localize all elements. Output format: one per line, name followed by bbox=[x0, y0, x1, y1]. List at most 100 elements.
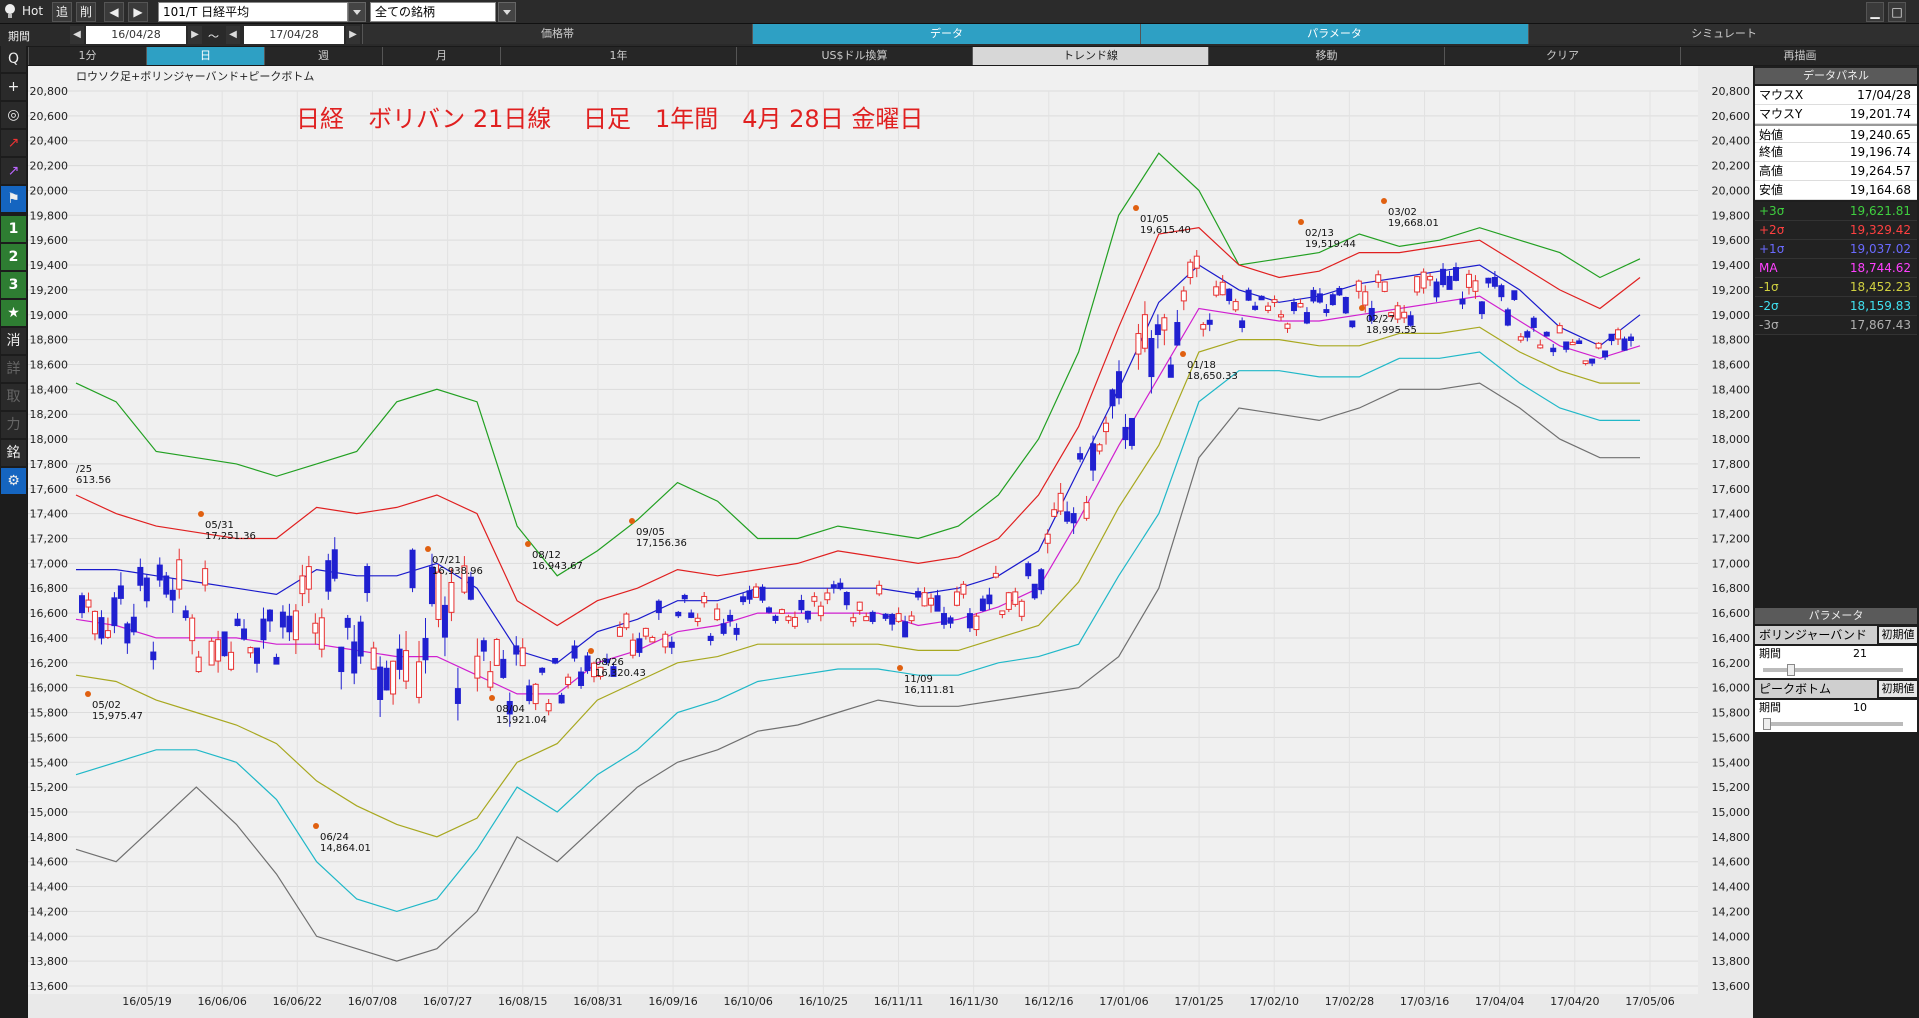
y-tick-label: 16,800 bbox=[1712, 582, 1751, 595]
peak-date-label: 02/13 bbox=[1305, 228, 1334, 239]
candle-body bbox=[1446, 275, 1453, 290]
candle-body bbox=[1504, 309, 1511, 326]
band-row-label: +3σ bbox=[1759, 204, 1785, 218]
peak-value-label: 18,650.33 bbox=[1187, 371, 1238, 382]
y-tick-label-left: 19,600 bbox=[30, 234, 69, 247]
candle-body bbox=[266, 609, 273, 622]
candle-body bbox=[79, 595, 85, 614]
candle-body bbox=[286, 615, 293, 633]
candle-body bbox=[493, 639, 500, 666]
candle-body bbox=[1180, 290, 1187, 302]
y-tick-label-left: 17,400 bbox=[30, 508, 69, 521]
candle-body bbox=[1485, 277, 1492, 284]
candle-body bbox=[759, 586, 766, 601]
candle-body bbox=[1621, 338, 1628, 351]
peakbottom-slider-thumb[interactable] bbox=[1763, 718, 1771, 730]
candle-body bbox=[908, 615, 915, 622]
candle-body bbox=[1258, 295, 1265, 301]
candle-body bbox=[1271, 299, 1278, 303]
peak-value-label: 18,995.55 bbox=[1366, 325, 1417, 336]
peakbottom-reset-button[interactable]: 初期値 bbox=[1879, 681, 1917, 697]
y-tick-label-left: 14,200 bbox=[30, 905, 69, 918]
x-tick-label: 16/11/30 bbox=[949, 995, 998, 1008]
candle-body bbox=[850, 617, 857, 623]
candle-body bbox=[902, 621, 909, 638]
candle-body bbox=[416, 661, 423, 698]
candle-body bbox=[454, 688, 461, 704]
candle-body bbox=[1440, 268, 1447, 286]
data-row: 始値 19,240.65 bbox=[1755, 124, 1917, 143]
y-tick-label-left: 16,200 bbox=[30, 657, 69, 670]
candle-body bbox=[163, 575, 170, 595]
candle-body bbox=[889, 613, 896, 625]
band-row-value: 17,867.43 bbox=[1849, 318, 1911, 332]
start-value-label: 613.56 bbox=[76, 475, 111, 486]
candle-body bbox=[500, 658, 507, 678]
candle-body bbox=[370, 647, 377, 670]
bollinger-slider-thumb[interactable] bbox=[1787, 664, 1795, 676]
candle-body bbox=[189, 617, 196, 642]
candle-body bbox=[791, 616, 798, 627]
candle-body bbox=[1569, 341, 1576, 346]
candle-body bbox=[480, 640, 487, 652]
peak-date-label: 01/18 bbox=[1187, 360, 1216, 371]
candle-body bbox=[565, 676, 572, 686]
x-tick-label: 16/10/06 bbox=[723, 995, 772, 1008]
candle-body bbox=[1213, 286, 1220, 296]
candle-body bbox=[273, 656, 280, 665]
bollinger-slider-track[interactable] bbox=[1763, 668, 1903, 672]
candle-body bbox=[1615, 329, 1622, 340]
candle-body bbox=[539, 667, 546, 673]
candle-body bbox=[143, 577, 150, 602]
candle-body bbox=[124, 623, 131, 644]
peakbottom-label: ピークボトム bbox=[1755, 680, 1877, 698]
candle-body bbox=[727, 614, 734, 622]
data-row: マウスY 19,201.74 bbox=[1755, 105, 1917, 124]
chart-svg: 20,800 20,800 20,600 20,600 20,400 20,400 20,2… bbox=[28, 85, 1751, 1008]
x-tick-label: 17/04/04 bbox=[1475, 995, 1524, 1008]
y-tick-label: 15,200 bbox=[1712, 781, 1751, 794]
peak-marker bbox=[1180, 351, 1186, 357]
y-tick-label-left: 14,000 bbox=[30, 930, 69, 943]
candle-body bbox=[474, 655, 481, 679]
peakbottom-period-value[interactable]: 10 bbox=[1853, 700, 1913, 716]
data-panel: データパネル マウスX 17/04/28 マウスY 19,201.74 始値 19,240… bbox=[1753, 66, 1919, 1018]
bollinger-reset-button[interactable]: 初期値 bbox=[1879, 627, 1917, 643]
candle-body bbox=[973, 615, 980, 631]
peakbottom-slider-track[interactable] bbox=[1763, 722, 1903, 726]
candle-body bbox=[649, 636, 656, 643]
candle-body bbox=[299, 575, 306, 595]
candle-body bbox=[513, 645, 520, 655]
data-row-label: マウスY bbox=[1759, 107, 1803, 121]
y-tick-label-left: 16,600 bbox=[30, 607, 69, 620]
candle-body bbox=[519, 647, 526, 667]
candle-body bbox=[856, 601, 863, 611]
band-row-value: 18,744.62 bbox=[1849, 261, 1911, 275]
y-tick-label: 16,000 bbox=[1712, 682, 1751, 695]
y-tick-label: 15,400 bbox=[1712, 756, 1751, 769]
x-tick-label: 16/08/31 bbox=[573, 995, 622, 1008]
peak-marker bbox=[198, 511, 204, 517]
y-tick-label: 17,600 bbox=[1712, 483, 1751, 496]
candle-body bbox=[390, 660, 397, 695]
y-tick-label: 15,000 bbox=[1712, 806, 1751, 819]
candle-body bbox=[1355, 280, 1362, 292]
y-tick-label-left: 15,200 bbox=[30, 781, 69, 794]
y-tick-label-left: 19,000 bbox=[30, 309, 69, 322]
peak-marker bbox=[425, 546, 431, 552]
bollinger-label: ボリンジャーバンド bbox=[1755, 626, 1877, 644]
candle-body bbox=[1070, 513, 1077, 524]
candle-body bbox=[1595, 342, 1602, 349]
x-tick-label: 17/02/10 bbox=[1250, 995, 1299, 1008]
band-row-label: +2σ bbox=[1759, 223, 1785, 237]
bollinger-period-value[interactable]: 21 bbox=[1853, 646, 1913, 662]
chart-indicator-label: ロウソク足+ボリンジャーバンド+ピークボトム bbox=[76, 70, 315, 83]
candle-body bbox=[655, 600, 662, 614]
x-tick-label: 17/03/16 bbox=[1400, 995, 1449, 1008]
candle-body bbox=[241, 628, 248, 640]
candle-body bbox=[409, 549, 416, 589]
y-tick-label-left: 14,600 bbox=[30, 856, 69, 869]
candle-body bbox=[1154, 324, 1161, 336]
candle-body bbox=[1427, 275, 1434, 281]
candle-body bbox=[383, 667, 390, 691]
